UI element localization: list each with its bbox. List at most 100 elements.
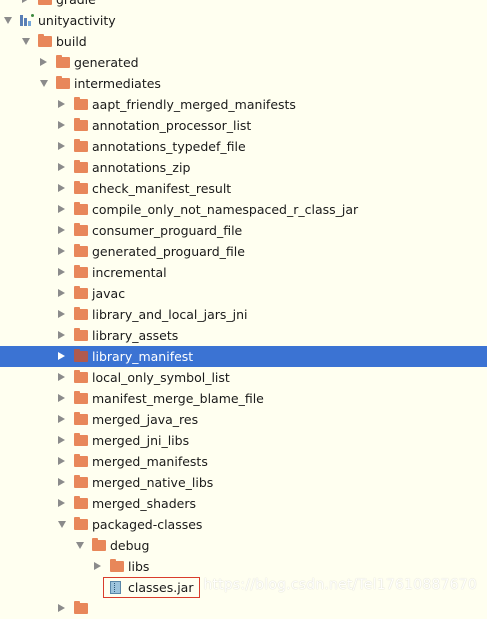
- tree-item-library-manifest[interactable]: library_manifest: [0, 346, 487, 367]
- tree-item-generated-proguard-file[interactable]: generated_proguard_file: [0, 241, 487, 262]
- folder-icon: [74, 139, 88, 152]
- tree-item-label: merged_shaders: [92, 496, 196, 511]
- tree-item-label: generated_proguard_file: [92, 244, 245, 259]
- chevron-right-icon[interactable]: [58, 268, 65, 276]
- chevron-right-icon[interactable]: [58, 100, 65, 108]
- tree-item-intermediates[interactable]: intermediates: [0, 73, 487, 94]
- tree-item-label: libs: [128, 559, 150, 574]
- tree-item-javac[interactable]: javac: [0, 283, 487, 304]
- tree-item-generated[interactable]: generated: [0, 52, 487, 73]
- chevron-down-icon[interactable]: [4, 17, 12, 24]
- folder-icon: [110, 559, 124, 572]
- folder-icon: [74, 475, 88, 488]
- chevron-down-icon[interactable]: [76, 542, 84, 549]
- folder-icon: [74, 223, 88, 236]
- chevron-right-icon[interactable]: [58, 604, 65, 612]
- folder-icon: [74, 517, 88, 530]
- folder-icon: [74, 181, 88, 194]
- folder-icon: [74, 307, 88, 320]
- chevron-right-icon[interactable]: [58, 478, 65, 486]
- chevron-right-icon[interactable]: [58, 436, 65, 444]
- tree-item-label: incremental: [92, 265, 167, 280]
- folder-icon: [56, 55, 70, 68]
- tree-item-label: generated: [74, 55, 139, 70]
- tree-item-build[interactable]: build: [0, 31, 487, 52]
- tree-item-compile-only-not-namespaced-r-class-jar[interactable]: compile_only_not_namespaced_r_class_jar: [0, 199, 487, 220]
- tree-item-label: merged_native_libs: [92, 475, 214, 490]
- tree-item-merged-jni-libs[interactable]: merged_jni_libs: [0, 430, 487, 451]
- chevron-right-icon[interactable]: [58, 352, 65, 360]
- tree-item-library-assets[interactable]: library_assets: [0, 325, 487, 346]
- folder-icon: [74, 391, 88, 404]
- chevron-down-icon[interactable]: [40, 80, 48, 87]
- tree-item-label: intermediates: [74, 76, 161, 91]
- tree-item-check-manifest-result[interactable]: check_manifest_result: [0, 178, 487, 199]
- folder-icon: [92, 538, 106, 551]
- tree-item-label: check_manifest_result: [92, 181, 232, 196]
- tree-item-libs[interactable]: libs: [0, 556, 487, 577]
- folder-icon: [74, 496, 88, 509]
- chevron-right-icon[interactable]: [58, 142, 65, 150]
- tree-item-label: merged_java_res: [92, 412, 199, 427]
- chevron-right-icon[interactable]: [58, 373, 65, 381]
- tree-item-consumer-proguard-file[interactable]: consumer_proguard_file: [0, 220, 487, 241]
- tree-item-label: aapt_friendly_merged_manifests: [92, 97, 296, 112]
- chevron-right-icon[interactable]: [58, 415, 65, 423]
- folder-icon: [74, 454, 88, 467]
- tree-item-label: consumer_proguard_file: [92, 223, 243, 238]
- tree-item-packaged-classes[interactable]: packaged-classes: [0, 514, 487, 535]
- folder-icon: [74, 349, 88, 362]
- module-icon: [20, 14, 34, 27]
- tree-item-debug[interactable]: debug: [0, 535, 487, 556]
- tree-item-annotation-processor-list[interactable]: annotation_processor_list: [0, 115, 487, 136]
- folder-icon: [74, 118, 88, 131]
- tree-item-merged-java-res[interactable]: merged_java_res: [0, 409, 487, 430]
- chevron-right-icon[interactable]: [40, 58, 47, 66]
- tree-item-label: debug: [110, 538, 150, 553]
- tree-item-label: gradle: [56, 0, 96, 8]
- chevron-right-icon[interactable]: [58, 121, 65, 129]
- folder-icon: [74, 433, 88, 446]
- tree-item-merged-native-libs[interactable]: merged_native_libs: [0, 472, 487, 493]
- chevron-down-icon[interactable]: [22, 38, 30, 45]
- tree-item-local-only-symbol-list[interactable]: local_only_symbol_list: [0, 367, 487, 388]
- folder-icon: [74, 160, 88, 173]
- watermark: https://blog.csdn.net/Tel17610887670: [203, 577, 477, 593]
- tree-item-library-and-local-jars-jni[interactable]: library_and_local_jars_jni: [0, 304, 487, 325]
- chevron-right-icon[interactable]: [58, 205, 65, 213]
- chevron-right-icon[interactable]: [94, 562, 101, 570]
- tree-item-aapt-friendly-merged-manifests[interactable]: aapt_friendly_merged_manifests: [0, 94, 487, 115]
- chevron-right-icon[interactable]: [58, 226, 65, 234]
- chevron-right-icon[interactable]: [58, 163, 65, 171]
- tree-item-merged-manifests[interactable]: merged_manifests: [0, 451, 487, 472]
- tree-item-manifest-merge-blame-file[interactable]: manifest_merge_blame_file: [0, 388, 487, 409]
- tree-item-label: merged_jni_libs: [92, 433, 190, 448]
- folder-icon: [38, 34, 52, 47]
- tree-item-gradle[interactable]: gradle: [0, 0, 487, 10]
- tree-item-incremental[interactable]: incremental: [0, 262, 487, 283]
- chevron-right-icon[interactable]: [58, 184, 65, 192]
- chevron-right-icon[interactable]: [58, 247, 65, 255]
- tree-item-label: unityactivity: [38, 13, 116, 28]
- tree-item-label: manifest_merge_blame_file: [92, 391, 264, 406]
- tree-item-label: library_assets: [92, 328, 179, 343]
- chevron-right-icon[interactable]: [58, 499, 65, 507]
- chevron-right-icon[interactable]: [58, 394, 65, 402]
- chevron-right-icon[interactable]: [58, 457, 65, 465]
- tree-item-label: build: [56, 34, 87, 49]
- tree-item-label: annotation_processor_list: [92, 118, 252, 133]
- chevron-down-icon[interactable]: [58, 521, 66, 528]
- tree-item-annotations-zip[interactable]: annotations_zip: [0, 157, 487, 178]
- tree-item-merged-shaders[interactable]: merged_shaders: [0, 493, 487, 514]
- chevron-right-icon[interactable]: [58, 310, 65, 318]
- tree-item-unityactivity[interactable]: unityactivity: [0, 10, 487, 31]
- chevron-right-icon[interactable]: [22, 0, 29, 3]
- folder-icon: [38, 0, 52, 5]
- folder-icon: [74, 286, 88, 299]
- tree-item-label: merged_manifests: [92, 454, 208, 469]
- chevron-right-icon[interactable]: [58, 331, 65, 339]
- tree-item-label: annotations_typedef_file: [92, 139, 246, 154]
- tree-item[interactable]: [0, 598, 487, 619]
- chevron-right-icon[interactable]: [58, 289, 65, 297]
- tree-item-annotations-typedef-file[interactable]: annotations_typedef_file: [0, 136, 487, 157]
